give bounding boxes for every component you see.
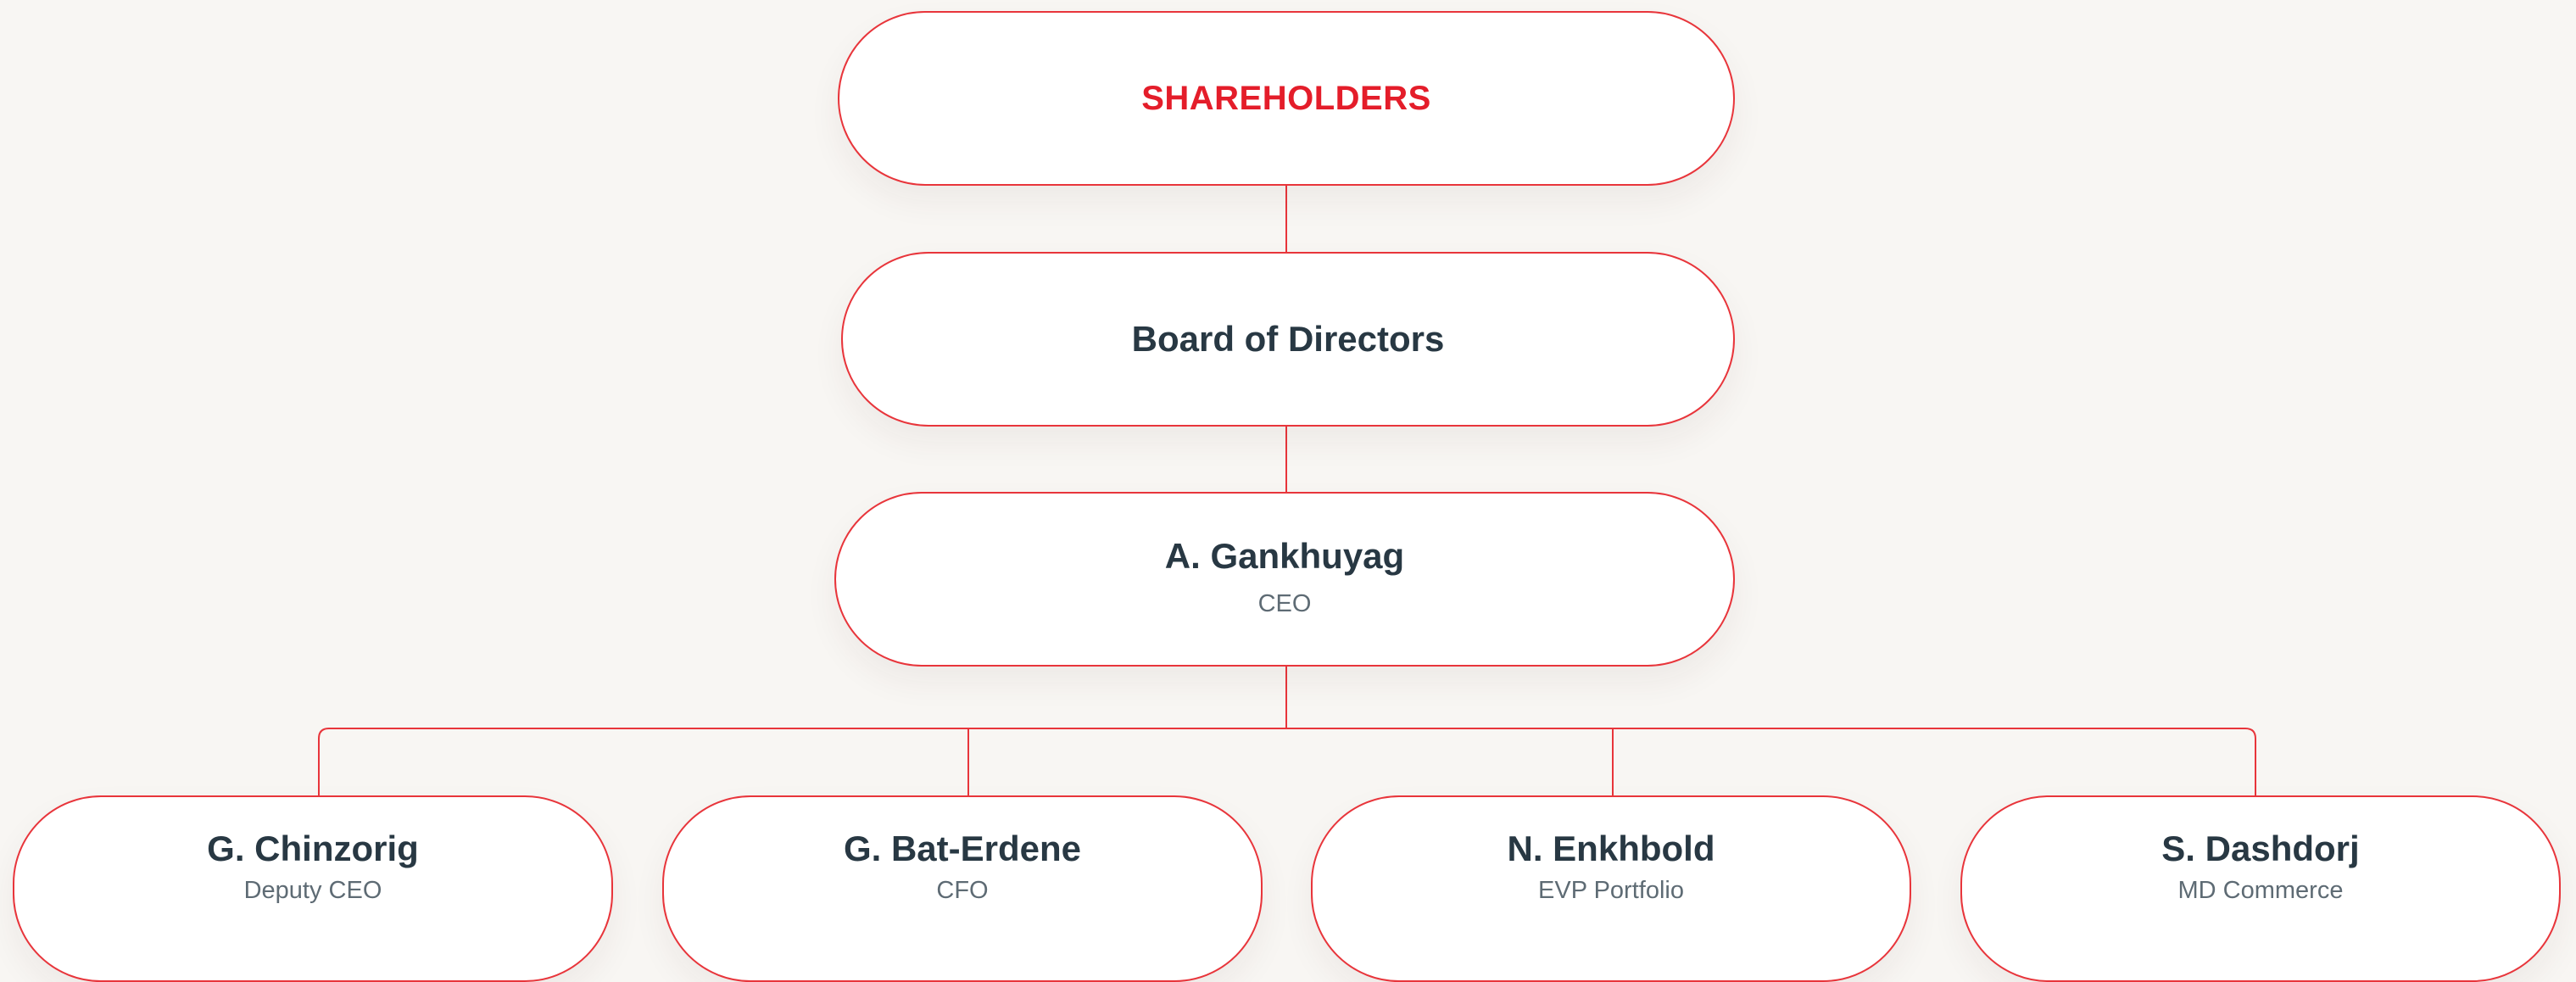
report-node-evp-portfolio: N. Enkhbold EVP Portfolio (1311, 795, 1911, 982)
ceo-name: A. Gankhuyag (1164, 536, 1405, 577)
org-chart: SHAREHOLDERS Board of Directors A. Gankh… (0, 0, 2576, 982)
report-role: Deputy CEO (243, 877, 382, 905)
connector-horizontal-bar (318, 728, 2256, 795)
board-node: Board of Directors (841, 252, 1735, 427)
report-name: G. Bat-Erdene (843, 829, 1082, 868)
ceo-role: CEO (1257, 589, 1312, 617)
shareholders-label: SHAREHOLDERS (1141, 79, 1431, 117)
report-node-md-commerce: S. Dashdorj MD Commerce (1960, 795, 2561, 982)
report-name: S. Dashdorj (2161, 829, 2360, 868)
report-role: CFO (936, 877, 989, 905)
ceo-node: A. Gankhuyag CEO (834, 492, 1735, 667)
board-label: Board of Directors (1131, 319, 1445, 359)
report-role: MD Commerce (2177, 877, 2344, 905)
report-name: N. Enkhbold (1507, 829, 1715, 868)
report-name: G. Chinzorig (207, 829, 419, 868)
shareholders-node: SHAREHOLDERS (838, 11, 1735, 186)
report-role: EVP Portfolio (1538, 877, 1684, 905)
report-node-cfo: G. Bat-Erdene CFO (662, 795, 1263, 982)
report-node-deputy-ceo: G. Chinzorig Deputy CEO (13, 795, 613, 982)
